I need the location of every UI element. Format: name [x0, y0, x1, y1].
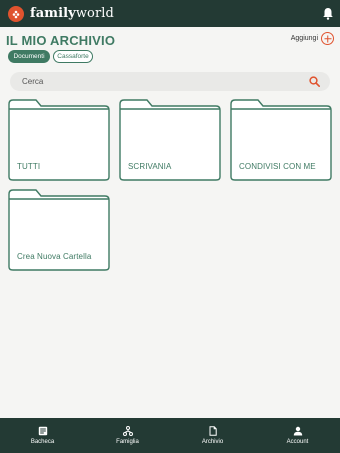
tab-cassaforte[interactable]: Cassaforte: [53, 50, 93, 63]
nav-label: Account: [286, 439, 309, 445]
folder-label: Crea Nuova Cartella: [17, 252, 92, 261]
add-label: Aggiungi: [290, 35, 318, 42]
family-icon: [122, 426, 133, 436]
folder-new[interactable]: Crea Nuova Cartella: [8, 189, 110, 271]
folder-tutti[interactable]: TUTTI: [8, 99, 110, 181]
tab-documenti[interactable]: Documenti: [8, 50, 50, 63]
account-icon: [293, 426, 302, 436]
bottom-nav: Bacheca Famiglia Archivio Account: [0, 418, 340, 453]
top-bar: familyworld: [0, 0, 340, 27]
brand-name: familyworld: [30, 6, 114, 21]
plus-circle-icon: [321, 32, 334, 45]
nav-item-bacheca[interactable]: Bacheca: [0, 418, 85, 453]
folder-label: CONDIVISI CON ME: [239, 162, 316, 171]
board-icon: [38, 426, 47, 436]
folder-condivisi[interactable]: CONDIVISI CON ME: [230, 99, 332, 181]
document-icon: [209, 426, 217, 436]
notification-bell-icon[interactable]: [322, 7, 334, 20]
folder-label: SCRIVANIA: [128, 162, 172, 171]
search-icon[interactable]: [309, 76, 320, 87]
nav-label: Bacheca: [30, 439, 55, 445]
nav-item-archivio[interactable]: Archivio: [170, 418, 255, 453]
nav-item-account[interactable]: Account: [255, 418, 340, 453]
search-input[interactable]: Cerca: [22, 77, 43, 86]
add-button[interactable]: Aggiungi: [291, 32, 334, 45]
page-title: IL MIO ARCHIVIO: [6, 33, 116, 48]
folder-label: TUTTI: [17, 162, 41, 171]
logo-icon: [8, 5, 24, 22]
search-bar[interactable]: Cerca: [10, 72, 330, 91]
nav-label: Archivio: [201, 439, 224, 445]
nav-label: Famiglia: [116, 439, 139, 445]
archive-tabs: Documenti Cassaforte: [8, 50, 93, 63]
folder-scrivania[interactable]: SCRIVANIA: [119, 99, 221, 181]
nav-item-famiglia[interactable]: Famiglia: [85, 418, 170, 453]
